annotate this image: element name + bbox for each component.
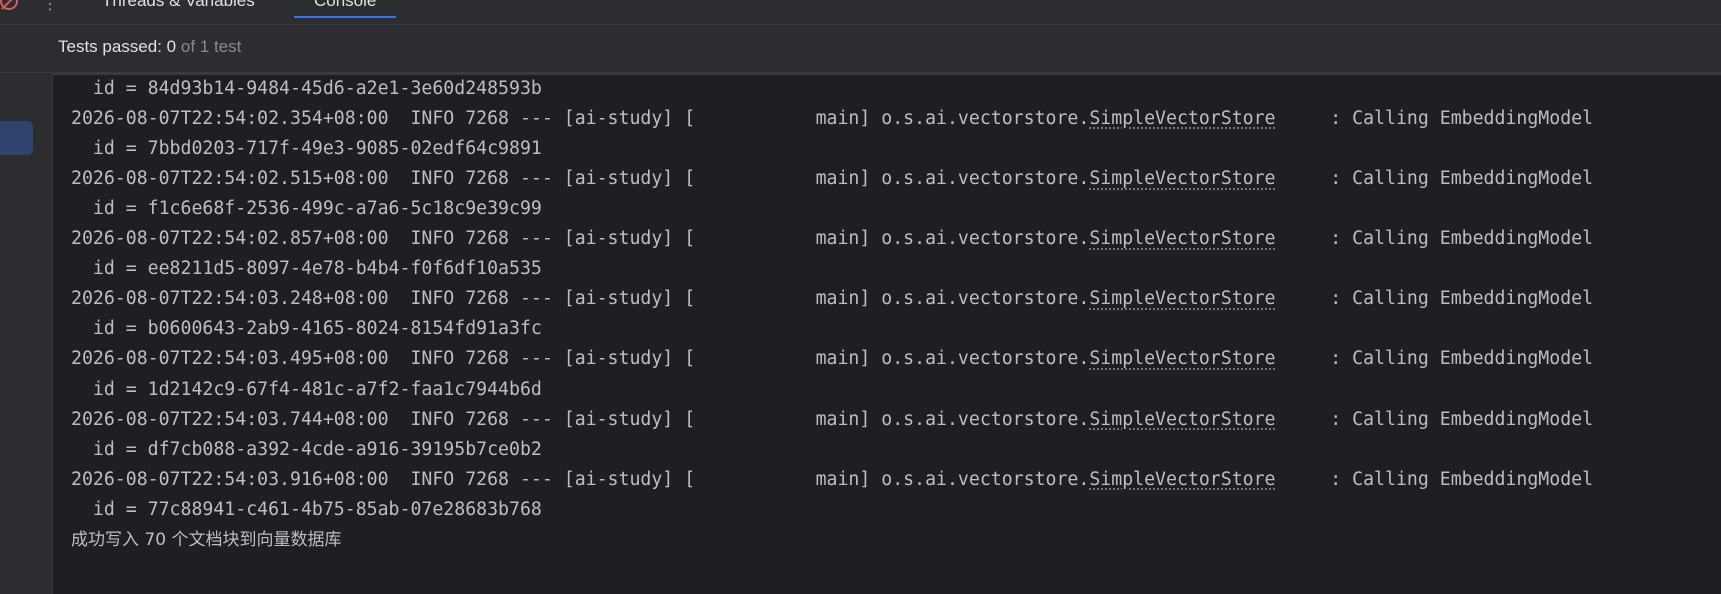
class-link-simple-vector-store[interactable]: SimpleVectorStore	[1089, 108, 1275, 129]
console-id-line: id = 77c88941-c461-4b75-85ab-07e28683b76…	[71, 498, 542, 520]
console-summary-line: 成功写入 70 个文档块到向量数据库	[71, 529, 342, 550]
console-id-line: id = 7bbd0203-717f-49e3-9085-02edf64c989…	[71, 138, 542, 160]
log-prefix: 2026-08-07T22:54:03.248+08:00 INFO 7268 …	[71, 288, 1090, 310]
class-link-simple-vector-store[interactable]: SimpleVectorStore	[1089, 348, 1275, 369]
log-message: : Calling EmbeddingModel	[1275, 348, 1594, 370]
log-message: : Calling EmbeddingModel	[1275, 288, 1594, 310]
log-prefix: 2026-08-07T22:54:03.916+08:00 INFO 7268 …	[71, 468, 1090, 490]
class-link-simple-vector-store[interactable]: SimpleVectorStore	[1089, 288, 1275, 309]
console-log-line: 2026-08-07T22:54:03.744+08:00 INFO 7268 …	[71, 406, 1593, 434]
log-message: : Calling EmbeddingModel	[1275, 228, 1594, 250]
stop-icon[interactable]	[0, 0, 18, 10]
log-prefix: 2026-08-07T22:54:02.515+08:00 INFO 7268 …	[71, 168, 1090, 190]
console-id-line: id = 1d2142c9-67f4-481c-a7f2-faa1c7944b6…	[71, 378, 542, 400]
log-message: : Calling EmbeddingModel	[1275, 408, 1594, 430]
log-message: : Calling EmbeddingModel	[1275, 108, 1594, 130]
console-log-line: 2026-08-07T22:54:02.857+08:00 INFO 7268 …	[71, 225, 1593, 253]
left-gutter	[0, 73, 53, 594]
class-link-simple-vector-store[interactable]: SimpleVectorStore	[1089, 409, 1275, 430]
tests-total: of 1 test	[176, 37, 242, 56]
class-link-simple-vector-store[interactable]: SimpleVectorStore	[1089, 228, 1275, 249]
console-log-line: 2026-08-07T22:54:03.248+08:00 INFO 7268 …	[71, 285, 1593, 313]
log-prefix: 2026-08-07T22:54:02.857+08:00 INFO 7268 …	[71, 228, 1090, 250]
selected-gutter-marker[interactable]	[0, 121, 33, 155]
test-status-bar: Tests passed: 0 of 1 test	[0, 25, 1721, 73]
tab-threads-variables[interactable]: Threads & Variables	[82, 0, 275, 24]
class-link-simple-vector-store[interactable]: SimpleVectorStore	[1089, 168, 1275, 189]
console-id-line: id = 84d93b14-9484-45d6-a2e1-3e60d248593…	[71, 78, 542, 99]
log-prefix: 2026-08-07T22:54:03.744+08:00 INFO 7268 …	[71, 408, 1090, 430]
console-id-line: id = df7cb088-a392-4cde-a916-39195b7ce0b…	[71, 438, 542, 460]
console-output[interactable]: id = 84d93b14-9484-45d6-a2e1-3e60d248593…	[53, 73, 1721, 594]
console-log-line: 2026-08-07T22:54:02.354+08:00 INFO 7268 …	[71, 105, 1593, 133]
tests-passed-label: Tests passed:	[58, 37, 167, 56]
console-id-line: id = f1c6e68f-2536-499c-a7a6-5c18c9e39c9…	[71, 198, 542, 220]
tests-passed-status: Tests passed: 0 of 1 test	[58, 37, 241, 57]
log-prefix: 2026-08-07T22:54:02.354+08:00 INFO 7268 …	[71, 108, 1090, 130]
tab-console[interactable]: Console	[294, 0, 396, 24]
console-log-line: 2026-08-07T22:54:03.916+08:00 INFO 7268 …	[71, 466, 1593, 494]
log-prefix: 2026-08-07T22:54:03.495+08:00 INFO 7268 …	[71, 348, 1090, 370]
debug-tool-window-header: ⋮ Threads & Variables Console	[0, 0, 1721, 25]
log-message: : Calling EmbeddingModel	[1275, 468, 1594, 490]
log-message: : Calling EmbeddingModel	[1275, 168, 1594, 190]
console-log-line: 2026-08-07T22:54:03.495+08:00 INFO 7268 …	[71, 345, 1593, 373]
class-link-simple-vector-store[interactable]: SimpleVectorStore	[1089, 469, 1275, 490]
console-id-line: id = b0600643-2ab9-4165-8024-8154fd91a3f…	[71, 318, 542, 340]
console-log-line: 2026-08-07T22:54:02.515+08:00 INFO 7268 …	[71, 165, 1593, 193]
tests-passed-count: 0	[166, 37, 177, 56]
more-vertical-icon[interactable]: ⋮	[42, 0, 58, 14]
console-id-line: id = ee8211d5-8097-4e78-b4b4-f0f6df10a53…	[71, 258, 542, 280]
